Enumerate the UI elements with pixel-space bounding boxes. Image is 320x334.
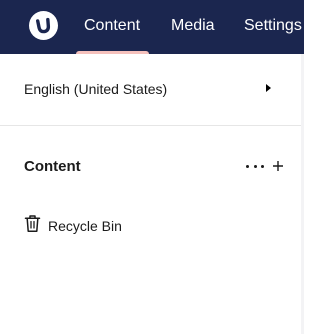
umbraco-logo-icon[interactable] [29,11,58,40]
caret-right-icon [266,84,271,92]
recycle-bin-item[interactable]: Recycle Bin [24,215,122,237]
tab-settings[interactable]: Settings [244,0,302,54]
panel-divider [301,54,304,334]
tab-content[interactable]: Content [75,0,150,54]
content-sidebar: English (United States) Content Recycle … [0,54,301,334]
plus-icon[interactable] [271,159,285,173]
language-selector[interactable]: English (United States) [0,54,301,126]
recycle-bin-label: Recycle Bin [48,218,122,234]
ellipsis-icon[interactable] [246,157,264,175]
section-title: Content [24,158,81,175]
top-navigation-bar: Content Media Settings [0,0,304,54]
language-label: English (United States) [24,81,168,97]
tab-media[interactable]: Media [171,0,215,54]
trash-icon [24,214,41,238]
